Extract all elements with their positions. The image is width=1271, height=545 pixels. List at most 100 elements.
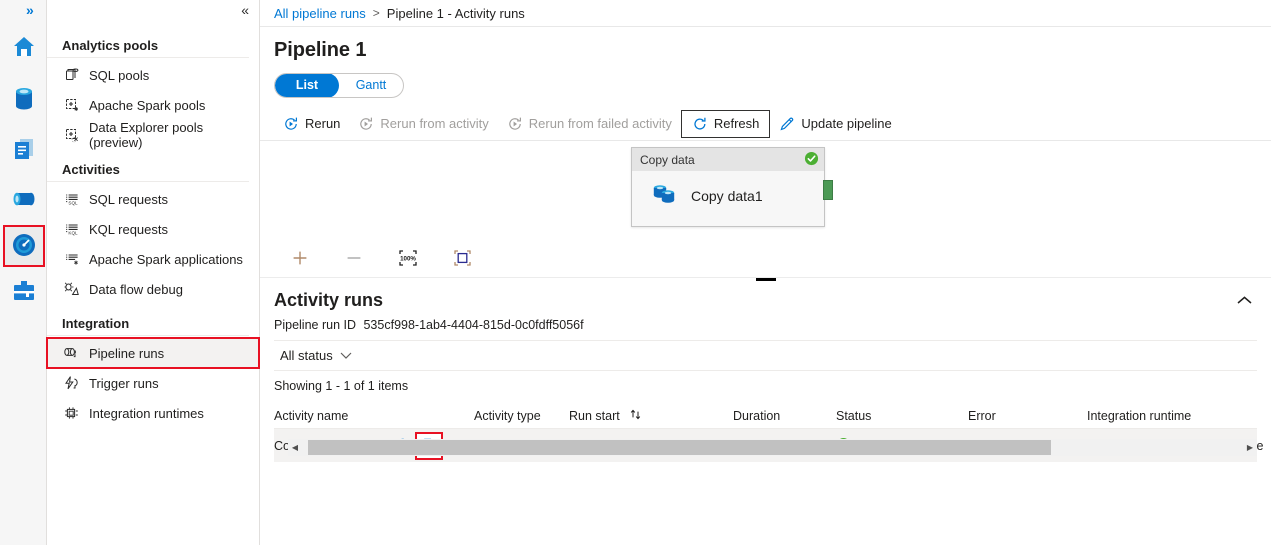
panel-resize-handle[interactable] [755,278,776,281]
sidebar-item-data-explorer-pools[interactable]: ҉ Data Explorer pools (preview) [47,120,259,150]
rerun-from-activity-icon [358,116,374,132]
kql-requests-icon: KQL [63,221,80,238]
column-header-activity-name[interactable]: Activity name [274,409,387,423]
column-header-run-start-label: Run start [569,408,620,423]
node-body: Copy data1 [632,171,824,211]
node-header: Copy data [632,148,824,171]
breadcrumb-separator: > [372,6,380,20]
zoom-to-100-percent-button[interactable]: 100% [394,244,422,272]
breadcrumb-all-pipeline-runs[interactable]: All pipeline runs [274,6,366,21]
column-header-status[interactable]: Status [836,409,968,423]
sidebar-item-apache-spark-pools[interactable]: Apache Spark pools [47,90,259,120]
pipeline-canvas[interactable]: Copy data Copy data1 [260,141,1271,238]
rerun-from-activity-button[interactable]: Rerun from activity [349,110,497,138]
sidebar-item-label: Integration runtimes [89,405,204,421]
scroll-left-arrow-icon[interactable]: ◀ [288,439,302,456]
column-header-error[interactable]: Error [968,409,1087,423]
sidebar-item-label: Trigger runs [89,375,159,391]
activity-runs-header: Activity runs [260,278,1271,311]
sort-arrows-icon[interactable] [629,408,642,424]
refresh-label: Refresh [713,116,760,131]
horizontal-scrollbar[interactable]: ◀ ▶ [288,439,1257,456]
zoom-out-button[interactable] [340,244,368,272]
nav-collapse-icon[interactable]: « [241,2,249,18]
sidebar-item-kql-requests[interactable]: KQL KQL requests [47,214,259,244]
rerun-from-failed-activity-label: Rerun from failed activity [528,116,672,131]
main-content: All pipeline runs > Pipeline 1 - Activit… [260,0,1271,545]
data-flow-debug-icon [63,281,80,298]
column-header-activity-type[interactable]: Activity type [474,409,569,423]
node-output-port[interactable] [823,180,833,200]
spark-pools-icon [63,97,80,114]
activity-node-copy-data1[interactable]: Copy data Copy data1 [631,147,833,227]
sidebar-item-label: Apache Spark applications [89,251,243,267]
sql-pools-icon [63,67,80,84]
sidebar-item-label: SQL pools [89,67,150,83]
rerun-from-failed-activity-button[interactable]: Rerun from failed activity [498,110,681,138]
rerun-from-activity-label: Rerun from activity [380,116,489,131]
sidebar-item-data-flow-debug[interactable]: Data flow debug [47,274,259,304]
showing-count: Showing 1 - 1 of 1 items [274,379,409,393]
pipeline-run-id: Pipeline run ID 535cf998-1ab4-4404-815d-… [260,311,1271,332]
rail-item-manage[interactable] [4,272,44,312]
rail-item-integrate[interactable] [4,180,44,220]
sidebar-item-label: Data flow debug [89,281,183,297]
svg-text:SQL: SQL [68,201,78,206]
tab-list[interactable]: List [275,74,339,97]
rerun-button[interactable]: Rerun [274,110,349,138]
zoom-in-button[interactable] [286,244,314,272]
table-header-row: Activity name Activity type Run start Du… [274,403,1257,429]
sidebar-item-label: SQL requests [89,191,169,207]
column-header-duration[interactable]: Duration [733,409,836,423]
view-toggle: List Gantt [274,73,404,98]
update-pipeline-label: Update pipeline [801,116,892,131]
pipeline-runs-icon [63,345,80,362]
column-header-run-start[interactable]: Run start [569,408,733,424]
status-filter-label: All status [280,348,333,363]
nav-group-title-analytics-pools: Analytics pools [47,38,249,58]
status-filter-dropdown[interactable]: All status [274,345,358,366]
svg-text:KQL: KQL [68,231,78,236]
synapse-monitor-page: » « Analytics pools SQL pools Apache Spa… [0,0,1271,545]
status-filter-bar: All status [274,340,1257,371]
tab-gantt[interactable]: Gantt [339,74,403,97]
node-status-success-icon [804,151,819,169]
rail-expand-icon[interactable]: » [26,3,34,17]
database-cylinder-icon [12,86,36,115]
refresh-button[interactable]: Refresh [680,109,771,138]
update-pipeline-button[interactable]: Update pipeline [770,110,900,138]
breadcrumb: All pipeline runs > Pipeline 1 - Activit… [260,0,1271,27]
sidebar-item-apache-spark-applications[interactable]: Apache Spark applications [47,244,259,274]
sidebar-item-label: Pipeline runs [89,345,165,361]
activity-runs-table: Activity name Activity type Run start Du… [274,403,1264,462]
sidebar-item-trigger-runs[interactable]: Trigger runs [47,368,259,398]
column-header-integration-runtime[interactable]: Integration runtime [1087,409,1257,423]
integrate-pipe-icon [11,187,37,214]
sidebar-item-label: Data Explorer pools (preview) [89,120,204,150]
sidebar-item-sql-requests[interactable]: SQL SQL requests [47,184,259,214]
sidebar-item-pipeline-runs[interactable]: Pipeline runs [46,337,260,369]
refresh-icon [692,116,708,132]
nav-group-title-activities: Activities [47,162,249,182]
rail-item-home[interactable] [4,28,44,68]
rerun-icon [283,116,299,132]
node-type-label: Copy data [640,152,695,167]
scrollbar-thumb[interactable] [308,440,1052,455]
svg-text:100%: 100% [400,255,416,262]
rail-item-develop[interactable] [4,130,44,170]
fit-to-screen-button[interactable] [448,244,476,272]
node-name-label: Copy data1 [691,187,763,204]
sidebar-item-integration-runtimes[interactable]: Integration runtimes [47,398,259,428]
spark-applications-icon [63,251,80,268]
collapse-chevron-up-icon[interactable] [1236,293,1253,309]
manage-toolbox-icon [12,279,36,306]
sidebar-item-label: KQL requests [89,221,169,237]
sidebar-item-sql-pools[interactable]: SQL pools [47,60,259,90]
pencil-icon [779,116,795,132]
rail-item-monitor[interactable] [3,225,45,267]
scrollbar-track[interactable] [302,439,1243,456]
sql-requests-icon: SQL [63,191,80,208]
scroll-right-arrow-icon[interactable]: ▶ [1243,439,1257,456]
rail-item-data[interactable] [4,80,44,120]
home-icon [11,34,37,63]
